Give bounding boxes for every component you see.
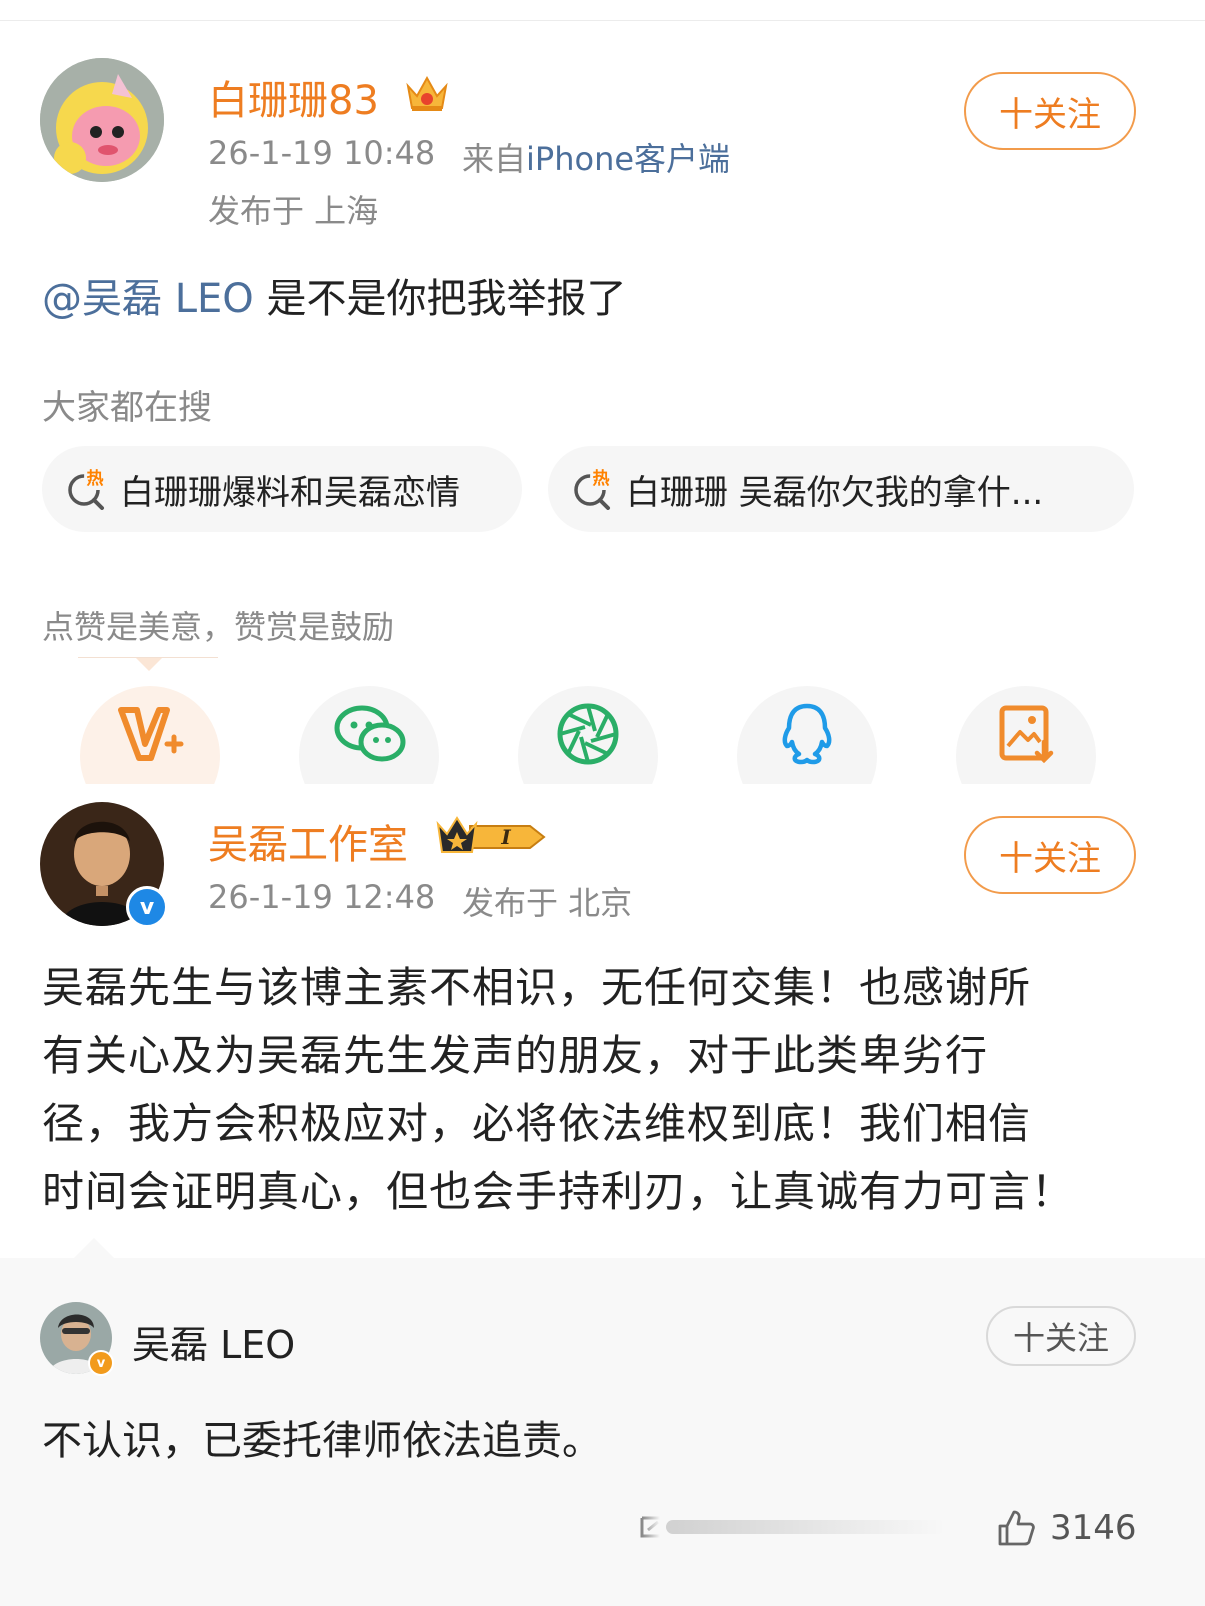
reward-pointer-arrow — [136, 658, 162, 671]
post1-follow-button[interactable]: 十关注 — [964, 72, 1136, 150]
post2-paragraph-line: 径，我方会积极应对，必将依法维权到底！我们相信 — [42, 1099, 1032, 1148]
svg-text:热: 热 — [87, 468, 104, 489]
top-divider — [0, 20, 1205, 21]
verified-badge-icon: v — [126, 886, 168, 928]
post2-follow-button[interactable]: 十关注 — [964, 816, 1136, 894]
post1-source: 来自iPhone客户端 — [462, 134, 730, 180]
qq-icon — [782, 703, 832, 765]
v-plus-icon — [118, 707, 184, 761]
post1-content: @吴磊 LEO 是不是你把我举报了 — [42, 266, 626, 324]
post1-timestamp: 26-1-19 10:48 — [208, 134, 436, 172]
crown-vip-icon[interactable] — [404, 70, 450, 116]
quote-text: 不认识，已委托律师依法追责。 — [42, 1418, 602, 1464]
share-row — [0, 680, 1205, 784]
crown-level-badge-icon[interactable]: I — [436, 814, 548, 860]
post1-source-device[interactable]: iPhone客户端 — [526, 140, 730, 178]
quote-username[interactable]: 吴磊 LEO — [132, 1314, 295, 1369]
v-plus-share-button[interactable] — [80, 686, 220, 784]
like-button[interactable]: 3146 — [996, 1506, 1137, 1550]
reward-label: 点赞是美意，赞赏是鼓励 — [42, 608, 395, 646]
post2-paragraph-line: 吴磊先生与该博主素不相识，无任何交集！也感谢所 — [42, 963, 1032, 1012]
moments-icon — [557, 703, 619, 765]
post1-text: 是不是你把我举报了 — [253, 276, 627, 322]
wechat-icon — [334, 705, 406, 762]
hot-search-chip-1[interactable]: 热 白珊珊爆料和吴磊恋情 — [42, 446, 522, 532]
save-image-share-button[interactable] — [956, 686, 1096, 784]
hot-search-chip-2[interactable]: 热 白珊珊 吴磊你欠我的拿什... — [548, 446, 1134, 532]
post1-location: 发布于 上海 — [208, 192, 379, 230]
post2-location: 发布于 北京 — [462, 884, 633, 922]
post1-mention-link[interactable]: @吴磊 LEO — [42, 276, 254, 322]
post1-username[interactable]: 白珊珊83 — [208, 68, 379, 126]
like-count: 3146 — [1050, 1508, 1137, 1548]
repost-link-icon[interactable] — [636, 1512, 956, 1542]
hot-search-label: 大家都在搜 — [42, 388, 212, 428]
quote-follow-button[interactable]: 十关注 — [986, 1306, 1136, 1366]
post2-paragraph-line: 时间会证明真心，但也会手持利刃，让真诚有力可言！ — [42, 1167, 1075, 1216]
thumbs-up-icon — [998, 1510, 1035, 1546]
save-image-icon — [999, 705, 1054, 764]
hot-search-icon: 热 — [572, 468, 614, 510]
svg-text:I: I — [500, 825, 511, 849]
post1-source-prefix: 来自 — [462, 140, 527, 178]
hot-search-chip-text: 白珊珊爆料和吴磊恋情 — [120, 472, 460, 513]
wechat-share-button[interactable] — [299, 686, 439, 784]
qq-share-button[interactable] — [737, 686, 877, 784]
svg-text:热: 热 — [593, 468, 610, 489]
verified-badge-icon: v — [88, 1350, 114, 1376]
avatar-bai-shanshan[interactable] — [40, 58, 164, 182]
post2-timestamp: 26-1-19 12:48 — [208, 878, 436, 916]
moments-share-button[interactable] — [518, 686, 658, 784]
hot-search-icon: 热 — [66, 468, 108, 510]
post2-username[interactable]: 吴磊工作室 — [208, 812, 408, 870]
hot-search-chip-text: 白珊珊 吴磊你欠我的拿什... — [626, 472, 1044, 513]
post2-paragraph-line: 有关心及为吴磊先生发声的朋友，对于此类卑劣行 — [42, 1031, 989, 1080]
quote-notch — [74, 1238, 114, 1258]
